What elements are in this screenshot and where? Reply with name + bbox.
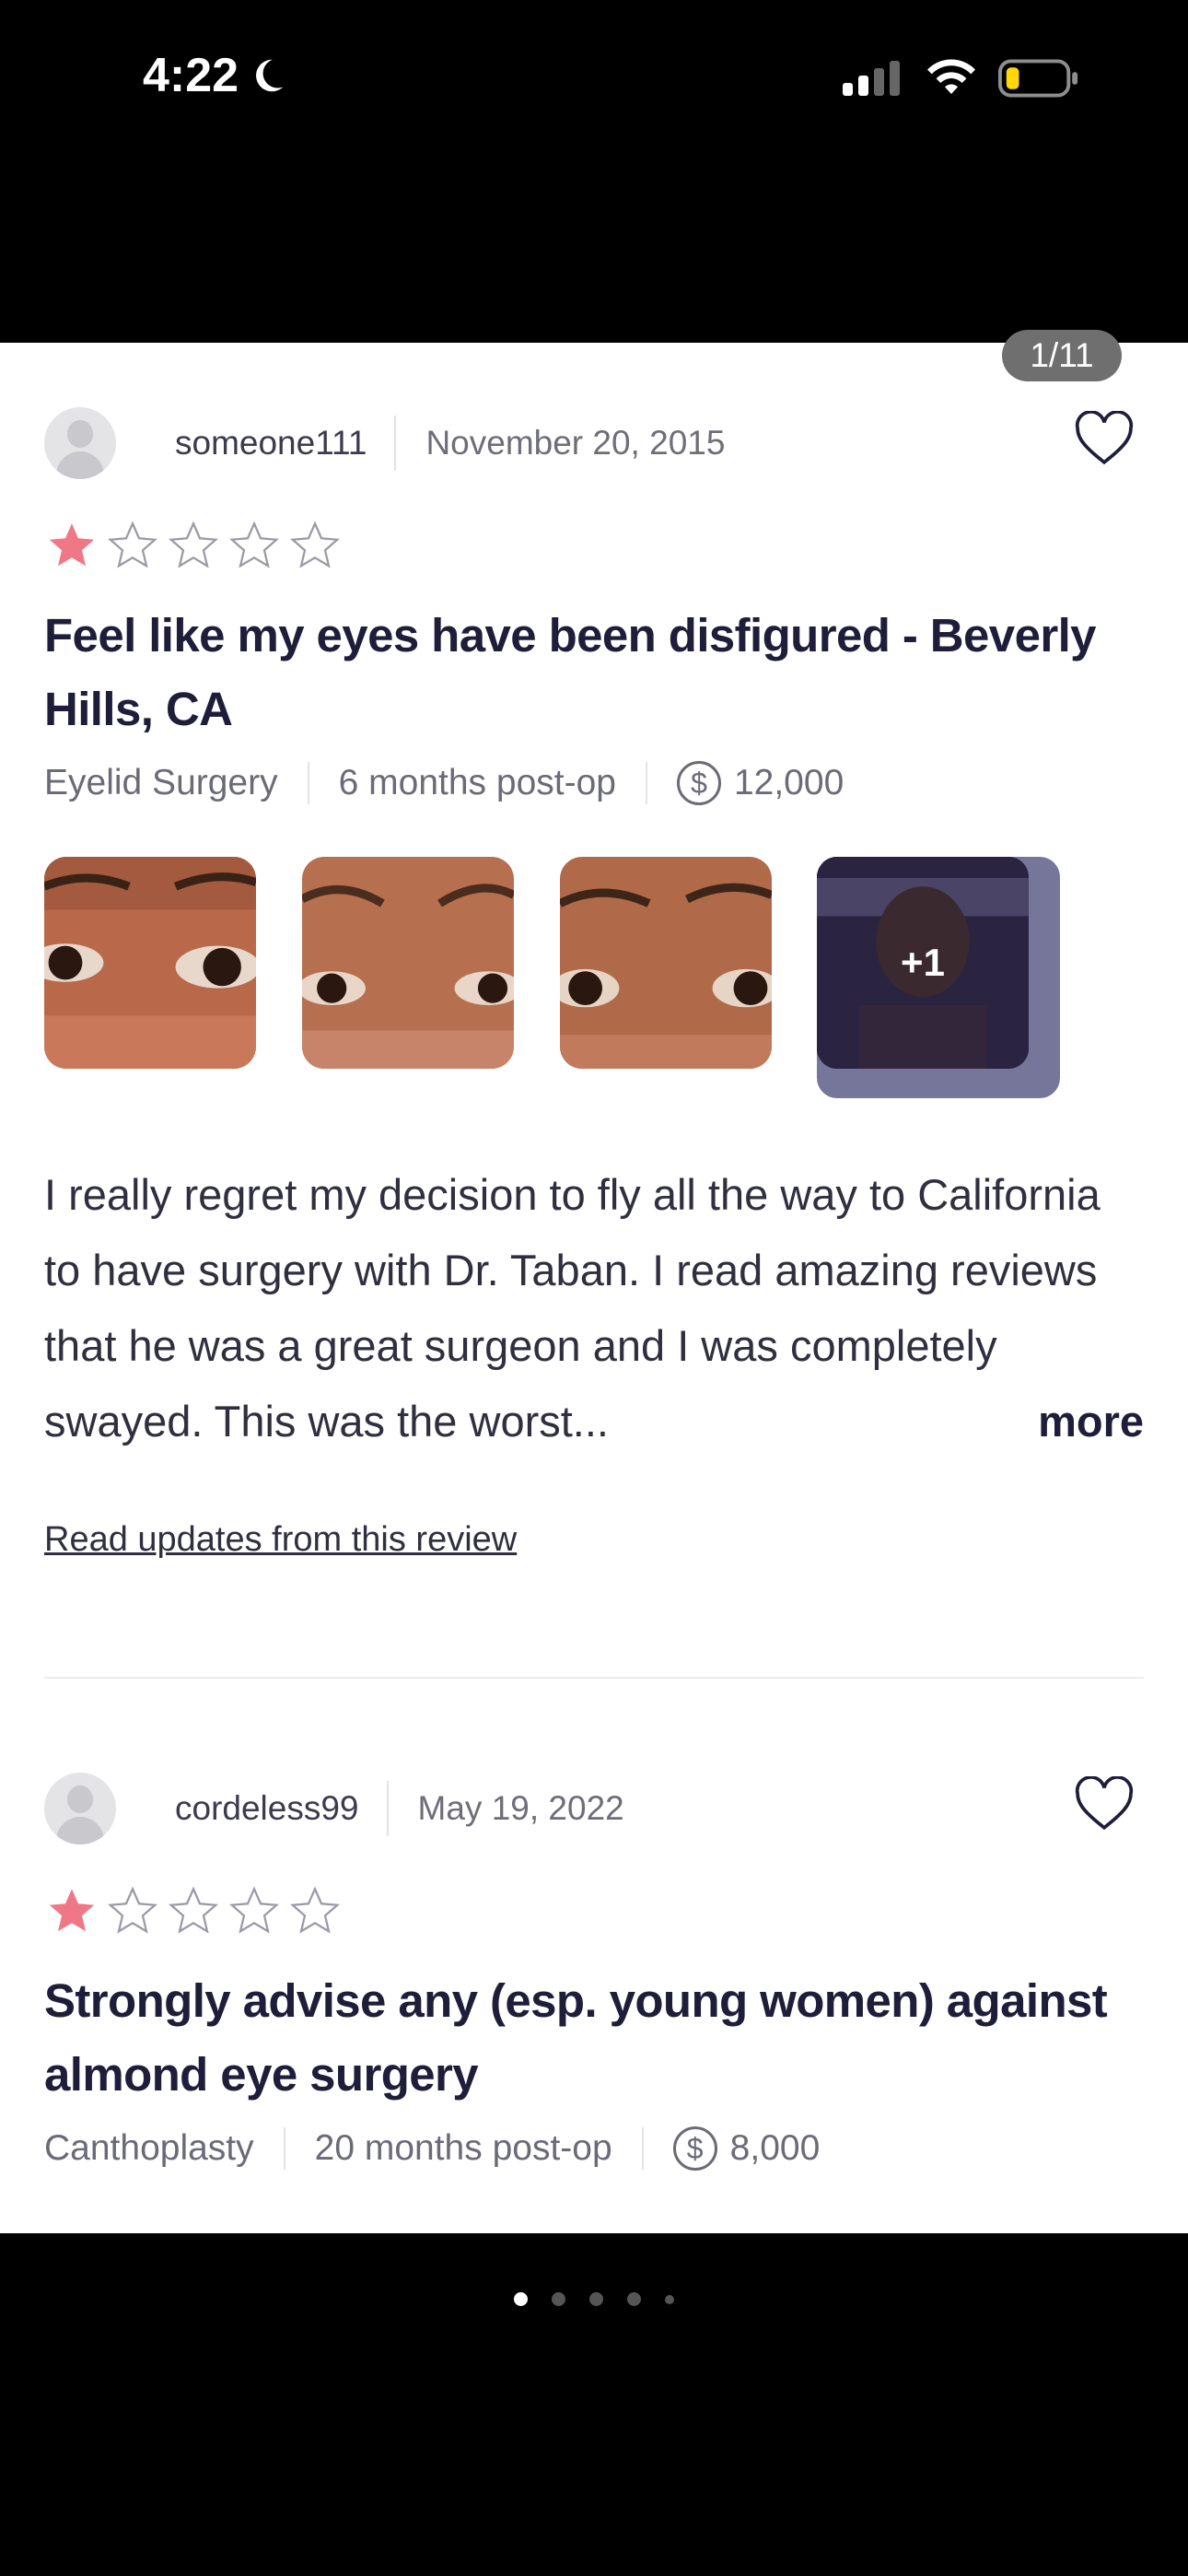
review-title[interactable]: Feel like my eyes have been disfigured -… [44,599,1144,746]
star-rating [44,1883,1144,1942]
post-op-duration: 20 months post-op [314,2128,612,2168]
review-photos: +1 [44,857,1144,1098]
procedure-cost: 8,000 [729,2128,821,2168]
review-body-text: I really regret my decision to fly all t… [44,1170,1101,1446]
star-empty-icon [229,521,279,568]
star-empty-icon [169,521,218,568]
heart-icon[interactable] [1074,411,1135,466]
review-photo[interactable] [560,857,772,1069]
review-header: someone111 November 20, 2015 [44,405,1144,481]
avatar[interactable] [44,407,116,479]
review-card: cordeless99 May 19, 2022 Strongly advise… [44,1771,1144,2176]
meta-divider [641,2127,644,2170]
star-empty-icon [290,521,340,568]
more-button[interactable]: more [1016,1384,1144,1459]
meta-divider [307,762,309,804]
star-empty-icon [108,1886,157,1934]
clock-text: 4:22 [143,49,239,102]
review-meta: Canthoplasty 20 months post-op $ 8,000 [44,2121,1144,2176]
procedure-name: Eyelid Surgery [44,763,278,802]
meta-divider [645,762,647,804]
star-empty-icon [229,1886,279,1934]
review-card: someone111 November 20, 2015 Feel like m… [44,405,1144,1560]
page-dot[interactable] [665,2294,674,2304]
review-date: May 19, 2022 [417,1789,624,1827]
review-title[interactable]: Strongly advise any (esp. young women) a… [44,1964,1144,2112]
read-updates-link[interactable]: Read updates from this review [44,1520,517,1560]
page-dot[interactable] [552,2292,565,2306]
star-empty-icon [108,521,157,568]
page-dot[interactable] [627,2292,641,2306]
status-time: 4:22 [143,48,288,103]
eyes-photo-thumbnail [302,857,514,1069]
dollar-icon: $ [676,761,721,805]
star-rating [44,518,1144,577]
more-photos-thumbnail[interactable]: +1 [817,857,1029,1069]
page-dot[interactable] [514,2292,528,2306]
review-username[interactable]: cordeless99 [175,1789,359,1828]
procedure-cost: 12,000 [733,763,844,802]
image-pager-badge: 1/11 [1002,330,1122,381]
post-op-duration: 6 months post-op [338,763,616,802]
page-indicator [0,2292,1188,2306]
avatar[interactable] [44,1773,116,1844]
cellular-signal-icon [843,61,900,96]
star-empty-icon [290,1886,340,1934]
heart-icon[interactable] [1074,1776,1135,1832]
review-header: cordeless99 May 19, 2022 [44,1771,1144,1846]
page-dot[interactable] [589,2292,603,2306]
star-filled-icon [49,1889,95,1932]
eyes-photo-thumbnail [560,857,772,1069]
header-divider [386,1781,389,1836]
review-username[interactable]: someone111 [175,424,367,463]
review-body: I really regret my decision to fly all t… [44,1157,1144,1459]
header-divider [394,416,397,471]
dollar-icon: $ [672,2126,717,2171]
review-photo[interactable] [302,857,514,1069]
wifi-icon [927,59,975,94]
status-bar: 4:22 [0,0,1188,343]
star-empty-icon [169,1886,218,1934]
more-photos-count: +1 [901,941,945,984]
battery-icon [997,59,1078,98]
procedure-name: Canthoplasty [44,2128,254,2168]
star-filled-icon [49,523,95,567]
eyes-photo-thumbnail [44,857,256,1069]
review-date: November 20, 2015 [425,424,726,462]
moon-icon [256,59,284,92]
review-photo[interactable] [44,857,256,1069]
review-divider [44,1677,1144,1679]
reviews-screen: 1/11 someone111 November 20, 2015 Feel l… [0,330,1188,2233]
review-meta: Eyelid Surgery 6 months post-op $ 12,000 [44,755,1144,811]
meta-divider [283,2127,285,2170]
